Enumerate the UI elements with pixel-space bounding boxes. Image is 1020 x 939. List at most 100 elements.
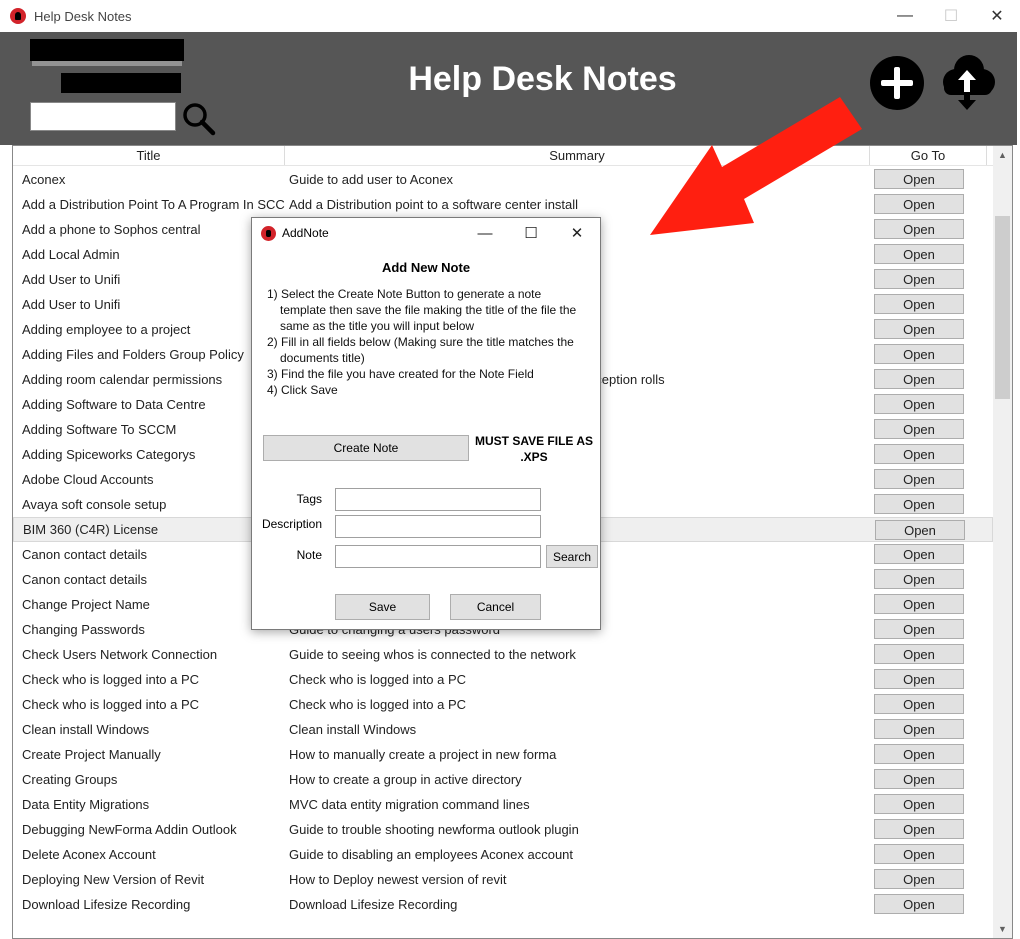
row-summary: Check who is logged into a PC (289, 697, 467, 712)
row-title: Add Local Admin (22, 247, 120, 262)
minimize-button[interactable]: — (882, 0, 928, 32)
table-row[interactable]: Create Project Manually How to manually c… (13, 742, 993, 767)
open-button[interactable]: Open (874, 894, 964, 914)
save-button[interactable]: Save (335, 594, 430, 620)
row-title: Canon contact details (22, 547, 148, 562)
open-button[interactable]: Open (874, 169, 964, 189)
open-button[interactable]: Open (875, 520, 965, 540)
open-button[interactable]: Open (874, 694, 964, 714)
note-search-button[interactable]: Search (546, 545, 598, 568)
open-button[interactable]: Open (874, 769, 964, 789)
row-title: Adding employee to a project (22, 322, 191, 337)
open-button[interactable]: Open (874, 819, 964, 839)
open-button[interactable]: Open (874, 644, 964, 664)
row-title: Clean install Windows (22, 722, 150, 737)
table-row[interactable]: Clean install Windows Clean install Windo… (13, 717, 993, 742)
column-header-summary[interactable]: Summary (285, 146, 870, 165)
row-summary: Add a Distribution point to a software c… (289, 197, 579, 212)
row-summary: MVC data entity migration command lines (289, 797, 530, 812)
description-field[interactable] (335, 515, 541, 538)
row-title: Add a Distribution Point To A Program In… (22, 197, 285, 212)
open-button[interactable]: Open (874, 594, 964, 614)
open-button[interactable]: Open (874, 669, 964, 689)
open-button[interactable]: Open (874, 294, 964, 314)
open-button[interactable]: Open (874, 219, 964, 239)
open-button[interactable]: Open (874, 369, 964, 389)
open-button[interactable]: Open (874, 469, 964, 489)
plus-circle-icon (870, 56, 924, 110)
open-button[interactable]: Open (874, 194, 964, 214)
row-summary: Clean install Windows (289, 722, 417, 737)
table-row[interactable]: Debugging NewForma Addin Outlook Guide to… (13, 817, 993, 842)
open-button[interactable]: Open (874, 419, 964, 439)
open-button[interactable]: Open (874, 269, 964, 289)
open-button[interactable]: Open (874, 244, 964, 264)
scroll-thumb[interactable] (995, 216, 1010, 399)
row-summary: Guide to disabling an employees Aconex a… (289, 847, 574, 862)
dialog-window-controls: — ☐ ✕ (462, 218, 600, 248)
table-row[interactable]: Check Users Network Connection Guide to s… (13, 642, 993, 667)
row-title: Adding Files and Folders Group Policy (22, 347, 244, 362)
row-title: Adding Software to Data Centre (22, 397, 206, 412)
vertical-scrollbar[interactable]: ▲ ▼ (993, 146, 1012, 938)
row-summary: How to Deploy newest version of revit (289, 872, 507, 887)
open-button[interactable]: Open (874, 569, 964, 589)
dialog-maximize-button[interactable]: ☐ (508, 218, 554, 248)
table-row[interactable]: Download Lifesize Recording Download Life… (13, 892, 993, 917)
scroll-down-arrow-icon[interactable]: ▼ (993, 924, 1012, 934)
table-row[interactable]: Delete Aconex Account Guide to disabling … (13, 842, 993, 867)
note-label: Note (296, 548, 322, 562)
close-button[interactable]: ✕ (974, 0, 1020, 32)
row-title: Delete Aconex Account (22, 847, 156, 862)
row-title: Download Lifesize Recording (22, 897, 191, 912)
table-row[interactable]: Data Entity Migrations MVC data entity mi… (13, 792, 993, 817)
row-title: Canon contact details (22, 572, 148, 587)
open-button[interactable]: Open (874, 344, 964, 364)
row-title: Check who is logged into a PC (22, 672, 200, 687)
must-save-warning: MUST SAVE FILE AS .XPS (474, 433, 594, 465)
row-title: BIM 360 (C4R) License (23, 522, 159, 537)
open-button[interactable]: Open (874, 494, 964, 514)
cancel-button[interactable]: Cancel (450, 594, 541, 620)
search-input[interactable] (30, 102, 176, 131)
create-note-button[interactable]: Create Note (263, 435, 469, 461)
open-button[interactable]: Open (874, 719, 964, 739)
open-button[interactable]: Open (874, 319, 964, 339)
search-icon[interactable] (180, 100, 216, 136)
open-button[interactable]: Open (874, 744, 964, 764)
table-row[interactable]: Creating Groups How to create a group in … (13, 767, 993, 792)
row-title: Adobe Cloud Accounts (22, 472, 154, 487)
cloud-upload-button[interactable] (936, 52, 998, 112)
open-button[interactable]: Open (874, 844, 964, 864)
dialog-minimize-button[interactable]: — (462, 218, 508, 248)
table-row[interactable]: Aconex Guide to add user to Aconex Open (13, 167, 993, 192)
scroll-up-arrow-icon[interactable]: ▲ (993, 150, 1012, 160)
table-row[interactable]: Add a Distribution Point To A Program In… (13, 192, 993, 217)
column-header-title[interactable]: Title (13, 146, 285, 165)
table-row[interactable]: Check who is logged into a PC Check who i… (13, 692, 993, 717)
table-row[interactable]: Deploying New Version of Revit How to Dep… (13, 867, 993, 892)
note-field[interactable] (335, 545, 541, 568)
open-button[interactable]: Open (874, 794, 964, 814)
instruction-step: 4) Click Save (267, 383, 338, 397)
dialog-close-button[interactable]: ✕ (554, 218, 600, 248)
open-button[interactable]: Open (874, 394, 964, 414)
open-button[interactable]: Open (874, 544, 964, 564)
tags-label: Tags (296, 492, 322, 506)
tags-field[interactable] (335, 488, 541, 511)
instruction-step: 1) Select the Create Note Button to gene… (267, 287, 577, 333)
dialog-title: AddNote (282, 226, 329, 240)
table-row[interactable]: Check who is logged into a PC Check who i… (13, 667, 993, 692)
row-title: Adding Software To SCCM (22, 422, 177, 437)
add-note-button[interactable] (869, 55, 925, 111)
maximize-button[interactable]: ☐ (928, 0, 974, 32)
row-summary: Check who is logged into a PC (289, 672, 467, 687)
instructions: 1) Select the Create Note Button to gene… (267, 286, 587, 398)
open-button[interactable]: Open (874, 619, 964, 639)
row-title: Adding room calendar permissions (22, 372, 223, 387)
app-logo-icon (261, 225, 276, 241)
row-summary: How to manually create a project in new … (289, 747, 557, 762)
column-header-goto[interactable]: Go To (870, 146, 987, 165)
open-button[interactable]: Open (874, 869, 964, 889)
open-button[interactable]: Open (874, 444, 964, 464)
